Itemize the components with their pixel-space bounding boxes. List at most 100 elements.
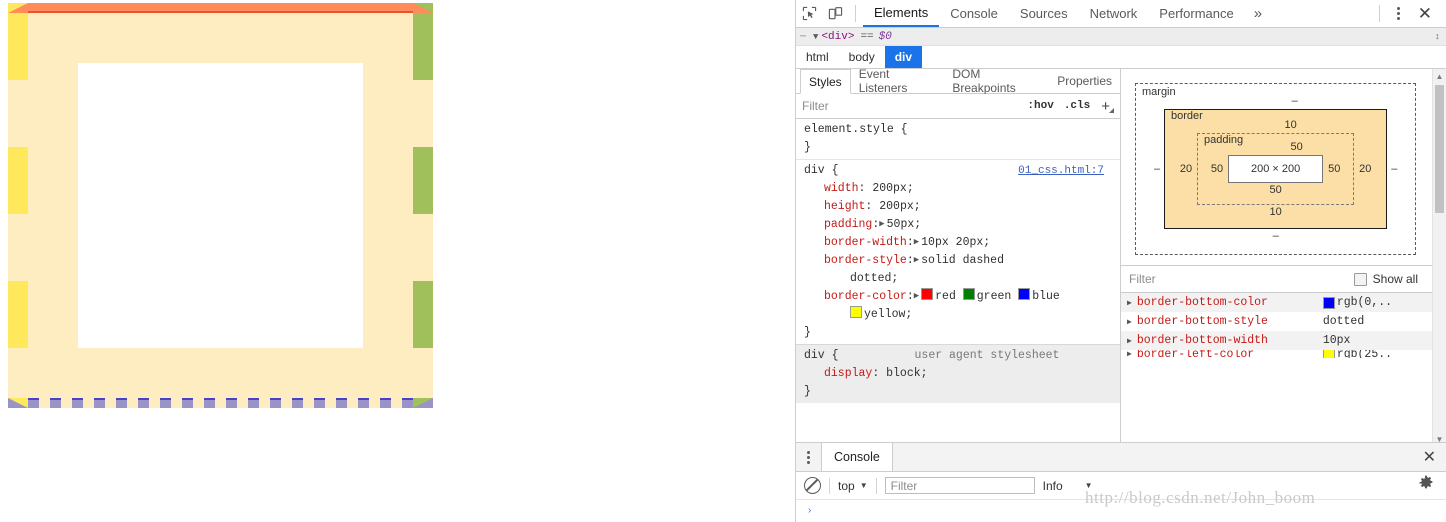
color-swatch-yellow[interactable] (1322, 350, 1335, 358)
box-model-border[interactable]: border 10 20 padding 50 50 200 × 200 50 … (1164, 109, 1388, 229)
expand-triangle-icon[interactable]: ▶ (914, 251, 921, 269)
decl-width[interactable]: width: 200px; (804, 180, 1120, 198)
rule-close-brace: } (804, 141, 811, 154)
styles-filter-input[interactable]: Filter (802, 99, 1022, 113)
box-model-margin-bottom[interactable]: – (1150, 229, 1401, 244)
device-toolbar-icon[interactable] (822, 2, 848, 26)
dom-scroll-stepper-icon[interactable]: ↕ (1435, 32, 1446, 41)
computed-properties-list: ▶ border-bottom-color rgb(0,.. ▶ border-… (1121, 293, 1446, 446)
tab-sources[interactable]: Sources (1009, 0, 1079, 27)
new-style-rule-button[interactable]: + (1095, 99, 1114, 114)
tab-console[interactable]: Console (939, 0, 1009, 27)
color-label-red[interactable]: red (935, 290, 956, 303)
color-label-green[interactable]: green (977, 290, 1012, 303)
color-swatch-red[interactable] (921, 288, 934, 300)
box-model-padding-bottom[interactable]: 50 (1206, 183, 1345, 198)
scroll-up-arrow-icon[interactable]: ▲ (1433, 69, 1446, 83)
box-model-margin-top[interactable]: – (1150, 94, 1401, 109)
color-swatch-blue[interactable] (1322, 296, 1335, 309)
subtab-event-listeners[interactable]: Event Listeners (851, 67, 945, 95)
cls-button[interactable]: .cls (1059, 100, 1095, 112)
highlighted-div-overlay[interactable] (8, 3, 433, 408)
expand-triangle-icon[interactable]: ▶ (1127, 317, 1137, 327)
breadcrumb-html[interactable]: html (796, 46, 839, 68)
tab-elements[interactable]: Elements (863, 0, 940, 27)
box-model-border-right[interactable]: 20 (1354, 163, 1376, 175)
color-label-blue[interactable]: blue (1032, 290, 1060, 303)
expand-triangle-icon[interactable]: ▶ (1127, 336, 1137, 346)
decl-value[interactable]: 10px 20px; (921, 236, 990, 249)
show-all-checkbox[interactable] (1353, 272, 1367, 286)
box-model-border-bottom[interactable]: 10 (1175, 205, 1376, 220)
breadcrumb-body[interactable]: body (839, 46, 885, 68)
expand-triangle-icon[interactable]: ▶ (914, 287, 921, 305)
dom-expand-triangle-icon[interactable]: ▼ (813, 32, 821, 42)
expand-triangle-icon[interactable]: ▶ (879, 215, 886, 233)
computed-row[interactable]: ▶ border-bottom-width 10px (1121, 331, 1446, 350)
hov-button[interactable]: :hov (1022, 100, 1058, 112)
computed-value-text: rgb(0,.. (1336, 296, 1393, 309)
box-model-padding-right[interactable]: 50 (1323, 163, 1345, 175)
box-model-margin-left[interactable]: – (1150, 163, 1164, 175)
console-level-selector[interactable]: Info ▼ (1043, 479, 1093, 493)
computed-filter-input[interactable]: Filter (1129, 272, 1354, 286)
rule-div-author[interactable]: 01_css.html:7 div { width: 200px; height… (796, 159, 1120, 344)
drawer-tab-console[interactable]: Console (821, 443, 893, 471)
color-label-yellow[interactable]: yellow (864, 308, 905, 321)
gear-icon[interactable] (1418, 475, 1438, 496)
subtab-styles[interactable]: Styles (800, 69, 851, 94)
drawer-close-icon[interactable]: ✕ (1413, 443, 1446, 471)
scrollbar-thumb[interactable] (1435, 85, 1444, 213)
computed-row[interactable]: ▶ border-bottom-style dotted (1121, 312, 1446, 331)
decl-value: block; (886, 367, 928, 380)
tab-performance[interactable]: Performance (1148, 0, 1244, 27)
box-model-padding[interactable]: padding 50 50 200 × 200 50 50 (1197, 133, 1355, 205)
decl-border-width[interactable]: border-width:▶ 10px 20px; (804, 234, 1120, 252)
inspect-cursor-icon[interactable] (796, 2, 822, 26)
rule-element-style[interactable]: element.style { } (796, 119, 1120, 159)
close-icon[interactable]: ✕ (1410, 5, 1440, 22)
computed-scrollbar[interactable]: ▲ ▼ (1432, 69, 1446, 446)
color-swatch-blue[interactable] (1018, 288, 1031, 300)
decl-border-style[interactable]: border-style:▶ solid dashed (804, 252, 1120, 270)
kebab-menu-icon[interactable] (1387, 7, 1410, 20)
dom-tree-row[interactable]: ⋯ ▼ <div> == $0 ↕ (796, 28, 1446, 46)
computed-row[interactable]: ▶ border-left-color rgb(25.. (1121, 350, 1446, 358)
subtab-dom-breakpoints[interactable]: DOM Breakpoints (944, 67, 1049, 95)
clear-console-icon[interactable] (804, 477, 821, 494)
decl-value[interactable]: solid dashed (921, 254, 1004, 267)
console-filter-input[interactable]: Filter (884, 477, 1035, 494)
decl-height[interactable]: height: 200px; (804, 198, 1120, 216)
box-model-margin[interactable]: margin – – border 10 20 padding 50 50 20… (1135, 83, 1417, 255)
console-output-area[interactable]: › (796, 500, 1446, 522)
console-context-selector[interactable]: top ▼ (838, 479, 868, 493)
rule-source-link[interactable]: 01_css.html:7 (1018, 162, 1120, 180)
decl-value[interactable]: 50px; (887, 218, 922, 231)
decl-display[interactable]: display: block; (804, 365, 1120, 383)
computed-row[interactable]: ▶ border-bottom-color rgb(0,.. (1121, 293, 1446, 312)
box-model-margin-label: margin (1142, 86, 1176, 98)
expand-triangle-icon[interactable]: ▶ (1127, 350, 1137, 358)
expand-triangle-icon[interactable]: ▶ (914, 233, 921, 251)
box-model-margin-right[interactable]: – (1387, 163, 1401, 175)
tab-network[interactable]: Network (1079, 0, 1149, 27)
box-model-border-top[interactable]: 10 (1175, 118, 1376, 133)
rule-div-useragent[interactable]: div {user agent stylesheet display: bloc… (796, 344, 1120, 403)
show-all-toggle[interactable]: Show all (1353, 272, 1438, 286)
drawer-kebab-menu-icon[interactable] (796, 443, 821, 471)
breadcrumb-div[interactable]: div (884, 46, 923, 68)
expand-triangle-icon[interactable]: ▶ (1127, 298, 1137, 308)
decl-value[interactable]: 200px; (879, 200, 920, 213)
color-swatch-green[interactable] (962, 288, 975, 300)
box-model-content-size[interactable]: 200 × 200 (1228, 155, 1324, 183)
decl-padding[interactable]: padding:▶ 50px; (804, 216, 1120, 234)
box-model-padding-left[interactable]: 50 (1206, 163, 1228, 175)
more-tabs-icon[interactable]: » (1245, 5, 1271, 22)
dom-tag-div[interactable]: <div> (821, 31, 854, 43)
color-swatch-yellow[interactable] (850, 306, 862, 318)
subtab-properties[interactable]: Properties (1049, 69, 1120, 93)
decl-border-color[interactable]: border-color:▶ red green blue (804, 288, 1120, 306)
decl-border-color-wrap[interactable]: yellow; (804, 306, 1120, 324)
decl-value[interactable]: 200px; (872, 182, 913, 195)
box-model-border-left[interactable]: 20 (1175, 163, 1197, 175)
